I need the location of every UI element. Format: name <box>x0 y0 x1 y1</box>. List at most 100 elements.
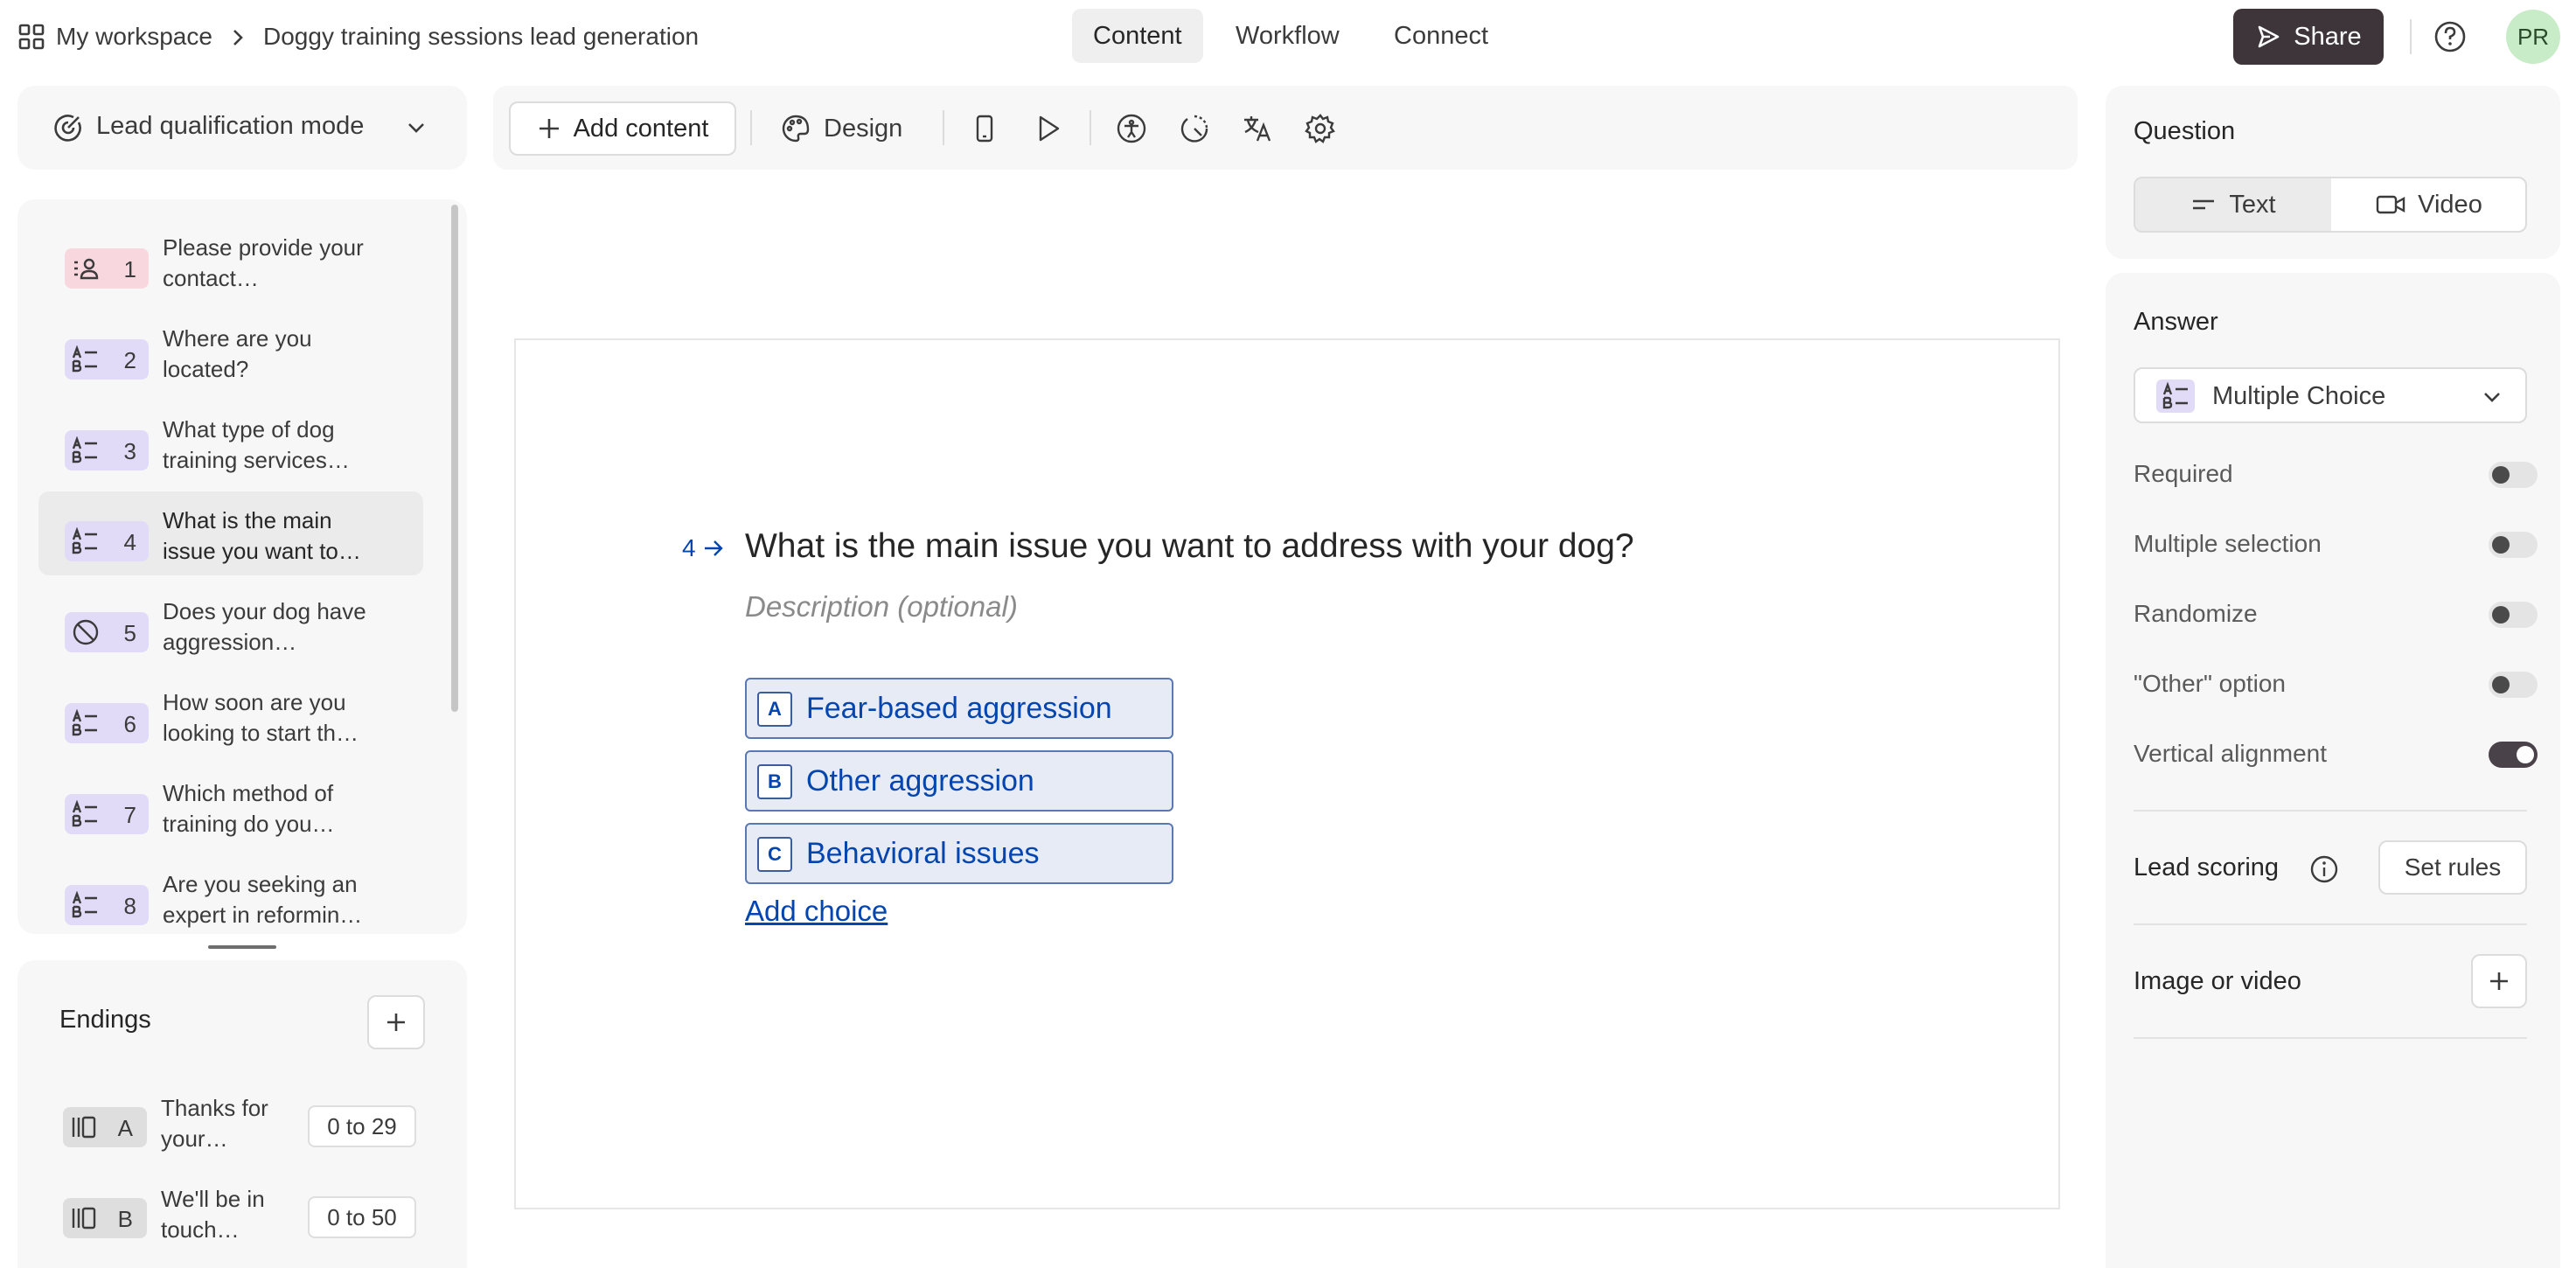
info-icon[interactable] <box>2308 853 2340 885</box>
tab-connect[interactable]: Connect <box>1373 9 1509 63</box>
ending-icon <box>70 1113 98 1141</box>
question-text: What is the main issue you want to… <box>163 507 361 564</box>
translate-icon[interactable] <box>1242 113 1273 144</box>
divider <box>2134 810 2527 812</box>
yes-no-icon <box>72 618 100 646</box>
endings-title: Endings <box>59 1006 151 1034</box>
question-type-video[interactable]: Video <box>2331 178 2525 231</box>
question-item-8[interactable]: 8 Are you seeking an expert in reformin… <box>38 855 423 934</box>
avatar[interactable]: PR <box>2506 10 2560 64</box>
question-item-5[interactable]: 5 Does your dog have aggression… <box>38 582 423 666</box>
question-badge: 1 <box>65 248 149 289</box>
question-item-2[interactable]: 2 Where are you located? <box>38 310 423 394</box>
tab-workflow[interactable]: Workflow <box>1215 9 1361 63</box>
question-settings-panel: Question Text Video <box>2106 86 2560 259</box>
add-ending-button[interactable] <box>367 995 425 1049</box>
question-description-input[interactable]: Description (optional) <box>745 590 1018 624</box>
endings-panel: Endings A Thanks for your… 0 to 29 B We'… <box>17 960 467 1268</box>
add-image-or-video-button[interactable] <box>2471 954 2527 1008</box>
choice-label[interactable]: Fear-based aggression <box>806 692 1112 726</box>
question-text: Are you seeking an expert in reformin… <box>163 871 363 928</box>
breadcrumb-form-title[interactable]: Doggy training sessions lead generation <box>263 23 699 51</box>
other-option-label: "Other" option <box>2134 670 2286 697</box>
logic-icon[interactable] <box>1179 113 1210 144</box>
question-text: Does your dog have aggression… <box>163 598 366 655</box>
choice-label[interactable]: Behavioral issues <box>806 837 1039 871</box>
question-badge: 7 <box>65 794 149 834</box>
top-bar: My workspace Doggy training sessions lea… <box>0 0 2576 73</box>
question-item-3[interactable]: 3 What type of dog training services… <box>38 401 423 484</box>
palette-icon <box>780 113 811 144</box>
choice-c[interactable]: C Behavioral issues <box>745 823 1173 884</box>
choice-a[interactable]: A Fear-based aggression <box>745 678 1173 739</box>
question-badge: 2 <box>65 339 149 380</box>
text-lines-icon <box>2190 194 2217 215</box>
lead-qualification-mode-dropdown[interactable]: Lead qualification mode <box>17 86 467 170</box>
question-item-7[interactable]: 7 Which method of training do you… <box>38 764 423 848</box>
multiple-choice-icon <box>72 709 100 737</box>
answer-settings-panel: Answer Multiple Choice Required Multiple… <box>2106 273 2560 1268</box>
play-icon[interactable] <box>1032 113 1063 144</box>
ending-item-b[interactable]: B We'll be in touch… 0 to 50 <box>17 1172 467 1259</box>
settings-gear-icon[interactable] <box>1305 113 1336 144</box>
ending-item-a[interactable]: A Thanks for your… 0 to 29 <box>17 1081 467 1168</box>
workspace-grid-icon[interactable] <box>17 23 45 51</box>
ending-badge: B <box>63 1198 147 1238</box>
share-label: Share <box>2294 22 2362 51</box>
target-icon <box>52 112 84 143</box>
question-badge: 3 <box>65 430 149 470</box>
question-title-input[interactable]: What is the main issue you want to addre… <box>745 527 1634 566</box>
randomize-label: Randomize <box>2134 600 2258 627</box>
question-list-scrollbar[interactable] <box>451 205 458 712</box>
choice-b[interactable]: B Other aggression <box>745 750 1173 812</box>
ending-score-range[interactable]: 0 to 50 <box>308 1196 416 1238</box>
question-type-toggle: Text Video <box>2134 177 2527 233</box>
chevron-right-icon <box>229 26 247 49</box>
divider <box>2134 1037 2527 1039</box>
choice-key: C <box>757 837 792 872</box>
question-item-6[interactable]: 6 How soon are you looking to start th… <box>38 673 423 757</box>
question-text: What type of dog training services… <box>163 416 350 473</box>
form-canvas: 4 What is the main issue you want to add… <box>514 338 2060 1209</box>
question-item-1[interactable]: 1 Please provide your contact… <box>38 219 423 303</box>
question-text: Please provide your contact… <box>163 234 364 291</box>
contact-icon <box>72 254 100 282</box>
add-content-button[interactable]: Add content <box>509 101 736 156</box>
multiple-choice-icon <box>2156 380 2195 413</box>
other-option-toggle[interactable] <box>2489 672 2538 698</box>
set-rules-button[interactable]: Set rules <box>2378 840 2527 895</box>
randomize-toggle[interactable] <box>2489 602 2538 628</box>
design-button[interactable]: Design <box>780 101 902 156</box>
panel-resize-handle[interactable] <box>208 945 276 949</box>
vertical-alignment-toggle[interactable] <box>2489 742 2538 768</box>
question-type-text[interactable]: Text <box>2135 178 2331 231</box>
choice-label[interactable]: Other aggression <box>806 764 1034 798</box>
ending-score-range[interactable]: 0 to 29 <box>308 1105 416 1147</box>
editor-toolbar: Add content Design <box>493 86 2078 170</box>
add-choice-link[interactable]: Add choice <box>745 895 888 928</box>
answer-section-title: Answer <box>2134 308 2218 336</box>
answer-type-select[interactable]: Multiple Choice <box>2134 367 2527 423</box>
send-icon <box>2255 24 2281 50</box>
ending-text: We'll be in touch… <box>161 1186 265 1243</box>
breadcrumb-workspace[interactable]: My workspace <box>56 23 212 51</box>
question-text: Where are you located? <box>163 325 312 382</box>
multiple-selection-toggle[interactable] <box>2489 532 2538 558</box>
lead-scoring-label: Lead scoring <box>2134 853 2280 881</box>
accessibility-icon[interactable] <box>1116 113 1147 144</box>
help-icon[interactable] <box>2431 17 2469 56</box>
divider <box>1090 110 1091 145</box>
multiple-choice-icon <box>72 891 100 919</box>
image-or-video-label: Image or video <box>2134 967 2301 995</box>
share-button[interactable]: Share <box>2233 9 2384 65</box>
question-text: How soon are you looking to start th… <box>163 689 359 746</box>
required-toggle[interactable] <box>2489 462 2538 488</box>
question-item-4[interactable]: 4 What is the main issue you want to… <box>38 491 423 575</box>
multiple-choice-icon <box>72 527 100 555</box>
mobile-preview-icon[interactable] <box>969 113 1000 144</box>
multiple-selection-label: Multiple selection <box>2134 530 2322 557</box>
arrow-right-icon <box>701 536 726 561</box>
choice-key: A <box>757 692 792 727</box>
multiple-choice-icon <box>72 436 100 464</box>
tab-content[interactable]: Content <box>1072 9 1203 63</box>
